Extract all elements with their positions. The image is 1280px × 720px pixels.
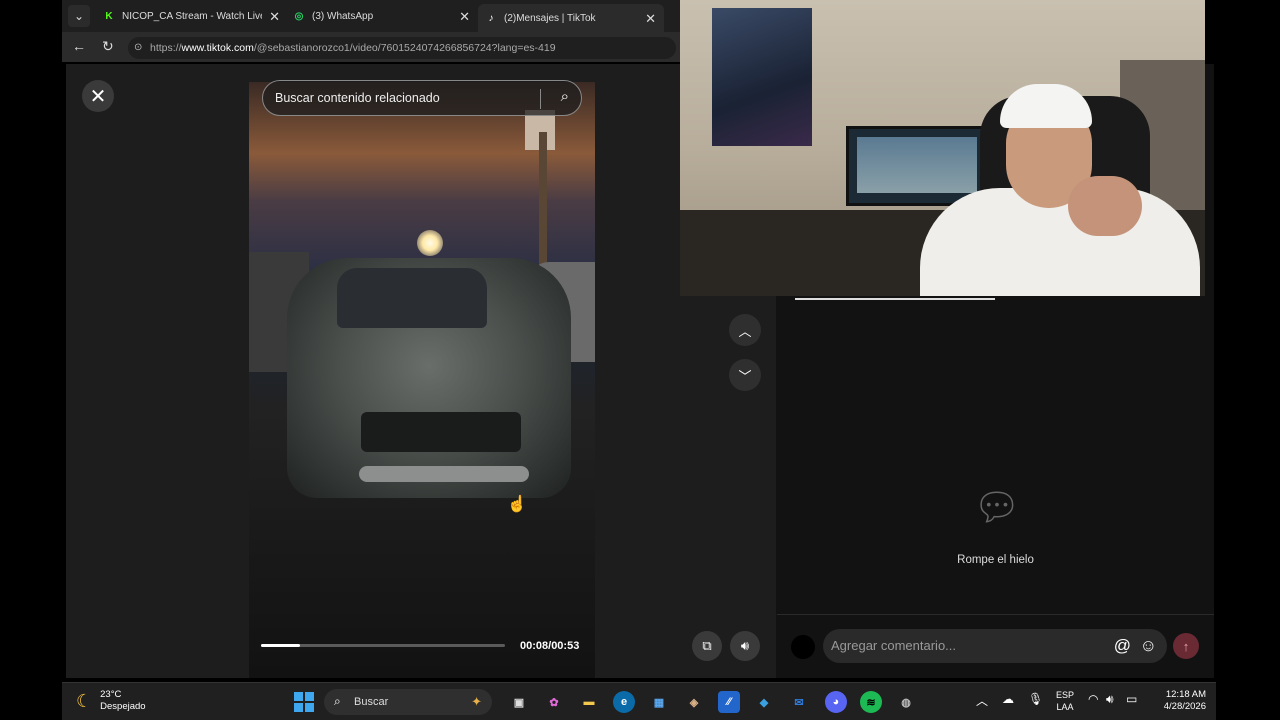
weather-condition: Despejado: [100, 701, 146, 712]
tab-kick[interactable]: K NICOP_CA Stream - Watch Live on Kick ✕: [102, 4, 280, 28]
video-player[interactable]: ☝: [249, 82, 595, 678]
system-clock[interactable]: 12:18 AM 4/28/2026: [1152, 689, 1206, 713]
whatsapp-icon: ◎: [294, 10, 304, 22]
arrow-up-icon: ↑: [1182, 638, 1190, 654]
screen: ⌄ K NICOP_CA Stream - Watch Live on Kick…: [0, 0, 1280, 720]
url-host: www.tiktok.com: [181, 42, 254, 54]
clock-date: 4/28/2026: [1163, 701, 1206, 712]
taskbar: ☾ 23°C Despejado ⌕ Buscar ✦ ▣ ✿ ▬ e ▦ ◈ …: [62, 682, 1216, 720]
app-circle-icon[interactable]: ◍: [895, 691, 917, 713]
language-indicator[interactable]: ESP LAA: [1056, 689, 1074, 713]
spotify-icon[interactable]: ≋: [860, 691, 882, 713]
search-placeholder: Buscar contenido relacionado: [275, 91, 440, 105]
mouse-cursor-icon: ☝: [507, 496, 527, 513]
tab-title: (2)Mensajes | TikTok: [504, 12, 596, 24]
video-progress-fill: [261, 644, 301, 647]
volume-icon: 🔊︎: [740, 638, 750, 653]
video-frame-bumper: [359, 466, 529, 482]
refresh-icon[interactable]: ↻: [102, 38, 114, 55]
chevron-up-icon: ︿: [738, 323, 752, 339]
close-video-button[interactable]: ✕: [82, 80, 114, 112]
search-icon: ⌕: [334, 694, 341, 708]
url-field[interactable]: ⊙ https://www.tiktok.com/@sebastianorozc…: [128, 37, 676, 59]
tab-title: NICOP_CA Stream - Watch Live on Kick: [122, 10, 262, 22]
url-path: /@sebastianorozco1/video/760152407426685…: [253, 42, 556, 54]
streamer-cap: [1000, 84, 1092, 128]
discord-icon[interactable]: ◕: [825, 691, 847, 713]
floating-player-button[interactable]: ⧉: [692, 631, 722, 661]
streamer-hand: [1068, 176, 1142, 236]
avatar: [791, 635, 815, 659]
taskbar-search[interactable]: ⌕ Buscar ✦: [324, 689, 492, 715]
comment-placeholder: Agregar comentario...: [831, 638, 957, 653]
emoji-icon[interactable]: ☺: [1140, 636, 1157, 656]
comment-composer: Agregar comentario... @ ☺ ↑: [777, 614, 1214, 678]
related-search-input[interactable]: Buscar contenido relacionado ⌕: [262, 80, 582, 116]
tab-title: (3) WhatsApp: [312, 10, 374, 22]
microphone-icon[interactable]: 🎙︎: [1028, 692, 1043, 706]
background-monitor-screen: [857, 137, 977, 193]
start-button[interactable]: [294, 692, 314, 712]
taskbar-search-label: Buscar: [354, 696, 389, 708]
app-blue-icon[interactable]: ⁄⁄: [718, 691, 740, 713]
tab-underline: [795, 298, 995, 300]
video-frame-windshield: [337, 268, 487, 328]
tab-list-button[interactable]: ⌄: [68, 5, 90, 27]
task-view-icon[interactable]: ▣: [508, 691, 530, 713]
tab-tiktok[interactable]: ♪ (2)Mensajes | TikTok ✕: [478, 4, 664, 32]
video-frame-light: [417, 230, 443, 256]
empty-comments-text: Rompe el hielo: [957, 554, 1034, 566]
speaker-icon[interactable]: 🔊︎: [1106, 692, 1114, 707]
video-progress-bar[interactable]: [261, 644, 505, 647]
comments-panel: 💬︎ Rompe el hielo Agregar comentario... …: [777, 298, 1214, 678]
volume-button[interactable]: 🔊︎: [730, 631, 760, 661]
hidden-icons-chevron-icon[interactable]: ︿: [976, 692, 988, 709]
photos-icon[interactable]: ◆: [753, 691, 775, 713]
back-icon[interactable]: ←: [72, 38, 86, 54]
file-explorer-icon[interactable]: ▬: [578, 691, 600, 713]
chevron-down-icon: ﹀: [738, 368, 752, 384]
tab-close-icon[interactable]: ✕: [459, 9, 470, 25]
search-highlight-icon: ✦: [471, 694, 482, 709]
tiktok-icon: ♪: [488, 12, 494, 24]
store-icon[interactable]: ▦: [648, 691, 670, 713]
search-divider: [540, 89, 541, 109]
previous-video-button[interactable]: ︿: [729, 314, 761, 346]
weather-widget[interactable]: ☾ 23°C Despejado: [76, 689, 146, 713]
tab-close-icon[interactable]: ✕: [269, 9, 280, 25]
weather-temperature: 23°C: [100, 689, 122, 700]
empty-comments-icon: 💬︎: [972, 487, 1022, 529]
wifi-icon[interactable]: ◠: [1088, 692, 1098, 706]
edge-icon[interactable]: e: [613, 691, 635, 713]
close-icon: ✕: [89, 85, 107, 108]
cloud-icon[interactable]: ☁: [1002, 692, 1014, 706]
wall-poster: [712, 8, 812, 146]
mention-icon[interactable]: @: [1114, 636, 1131, 656]
post-comment-button[interactable]: ↑: [1173, 633, 1199, 659]
url-prefix: https://: [150, 42, 182, 54]
webcam-overlay: [680, 0, 1205, 296]
video-frame-grille: [361, 412, 521, 452]
copilot-icon[interactable]: ✿: [543, 691, 565, 713]
search-icon[interactable]: ⌕: [561, 88, 569, 105]
next-video-button[interactable]: ﹀: [729, 359, 761, 391]
moon-icon: ☾: [76, 690, 93, 711]
video-time: 00:08/00:53: [520, 640, 580, 652]
outlook-icon[interactable]: ✉: [788, 691, 810, 713]
comment-input[interactable]: Agregar comentario... @ ☺: [823, 629, 1167, 663]
battery-icon[interactable]: ▭: [1126, 692, 1137, 706]
site-info-icon[interactable]: ⊙: [134, 37, 142, 59]
kick-icon: K: [105, 10, 113, 22]
floating-player-icon: ⧉: [702, 638, 712, 653]
tab-whatsapp[interactable]: ◎ (3) WhatsApp ✕: [292, 4, 470, 28]
tab-close-icon[interactable]: ✕: [645, 11, 656, 27]
browser-tab-bar: ⌄ K NICOP_CA Stream - Watch Live on Kick…: [62, 0, 680, 32]
package-icon[interactable]: ◈: [683, 691, 705, 713]
address-bar-row: ← ↻ ⊙ https://www.tiktok.com/@sebastiano…: [62, 32, 680, 62]
keyboard-layout: LAA: [1056, 702, 1074, 712]
language-code: ESP: [1056, 690, 1075, 700]
clock-time: 12:18 AM: [1165, 689, 1206, 700]
